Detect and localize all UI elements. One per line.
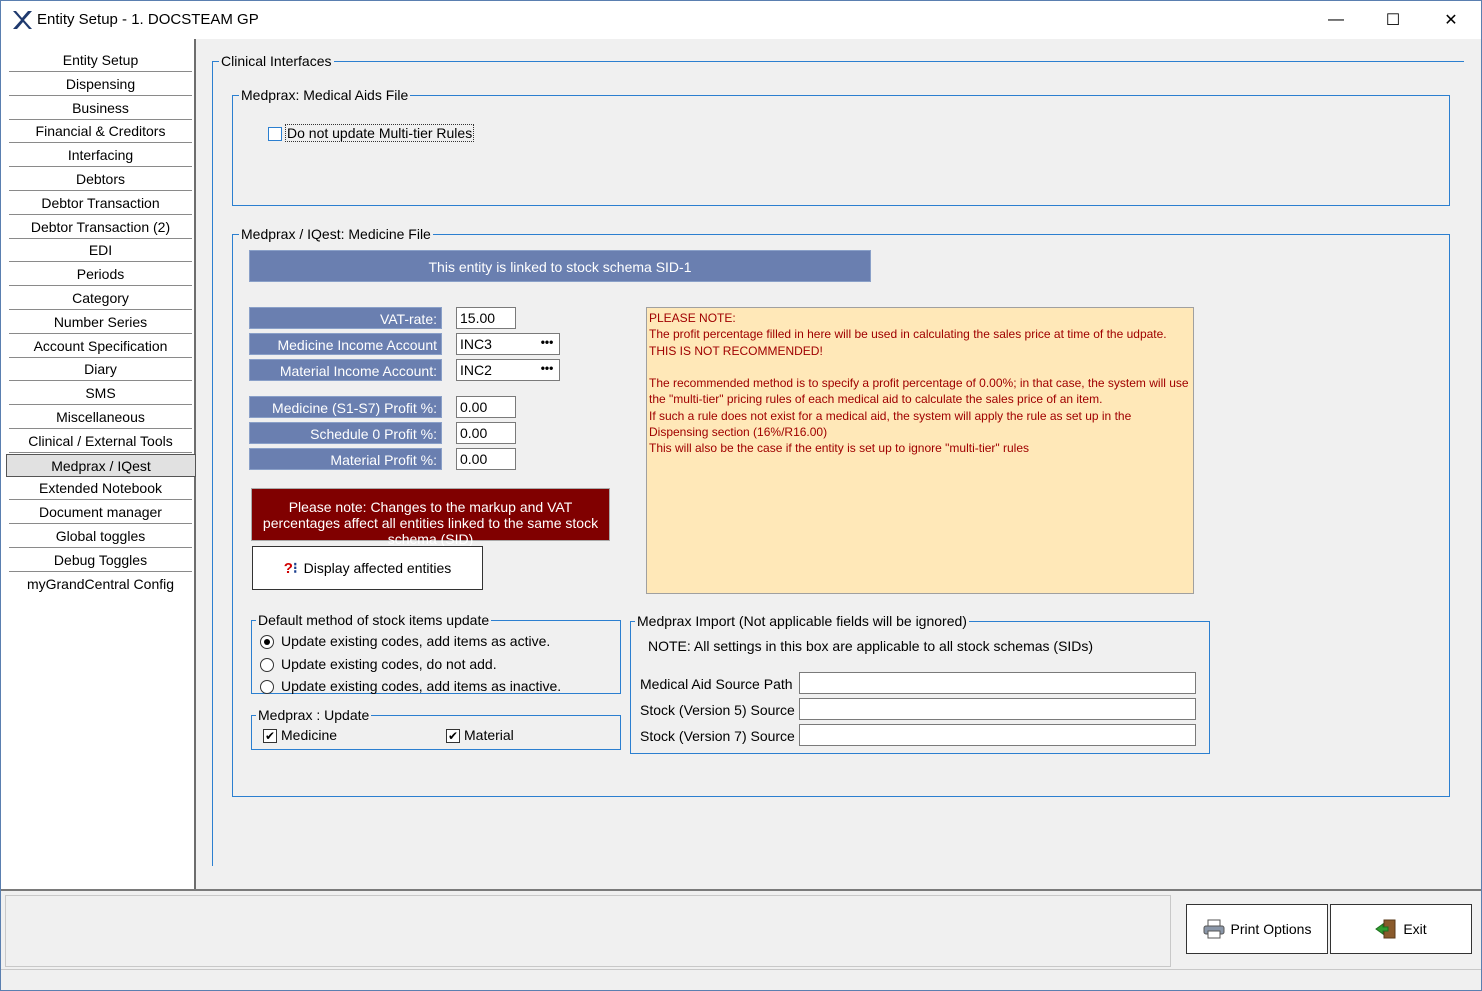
update-method-label-2: Update existing codes, do not add. (281, 655, 497, 672)
print-options-button[interactable]: Print Options (1186, 904, 1328, 954)
default-method-options: Update existing codes, add items as acti… (259, 627, 619, 694)
main-panel: Clinical Interfaces Medprax: Medical Aid… (198, 39, 1481, 889)
stock-v7-source-input[interactable] (799, 724, 1196, 746)
default-method-title: Default method of stock items update (256, 612, 492, 628)
clinical-interfaces-title: Clinical Interfaces (219, 53, 334, 69)
medicine-checkbox-label: Medicine (281, 727, 338, 743)
profit-note: PLEASE NOTE: The profit percentage fille… (646, 307, 1194, 594)
sidebar-item-category[interactable]: Category (9, 287, 192, 310)
display-affected-entities-button[interactable]: ?⁝ Display affected entities (252, 546, 483, 590)
material-checkbox-label: Material (464, 727, 514, 743)
sidebar-item-account-specification[interactable]: Account Specification (9, 334, 192, 358)
settings-sidebar: Entity Setup Dispensing Business Financial … (1, 39, 196, 889)
material-profit-input[interactable]: 0.00 (456, 448, 516, 470)
sidebar-item-interfacing[interactable]: Interfacing (9, 144, 192, 168)
material-income-browse-button[interactable]: ••• (536, 360, 558, 380)
window-title: Entity Setup - 1. DOCSTEAM GP (37, 11, 259, 28)
material-income-account-label: Material Income Account: (249, 359, 442, 381)
medprax-update-title: Medprax : Update (256, 707, 372, 723)
stock-v5-source-label: Stock (Version 5) Source (640, 702, 795, 718)
exit-label: Exit (1403, 921, 1427, 937)
medicine-profit-input[interactable]: 0.00 (456, 396, 516, 418)
sidebar-item-medprax-iqest[interactable]: Medprax / IQest (6, 453, 196, 477)
sidebar-item-clinical-external-tools[interactable]: Clinical / External Tools (9, 429, 192, 453)
medicine-file-title: Medprax / IQest: Medicine File (239, 226, 433, 242)
app-logo-icon (13, 11, 32, 29)
medprax-import-group: Medprax Import (Not applicable fields wi… (630, 613, 1210, 754)
sidebar-item-debug-toggles[interactable]: Debug Toggles (9, 548, 192, 572)
no-update-multitier-checkbox[interactable] (268, 127, 282, 141)
sidebar-item-extended-notebook[interactable]: Extended Notebook (9, 477, 192, 501)
footer-panel (5, 895, 1171, 967)
sidebar-item-debtors[interactable]: Debtors (9, 168, 192, 191)
sidebar-item-number-series[interactable]: Number Series (9, 310, 192, 334)
close-button[interactable]: ✕ (1422, 1, 1480, 39)
material-checkbox[interactable]: ✔ (446, 729, 460, 743)
no-update-multitier-label[interactable]: Do not update Multi-tier Rules (285, 124, 475, 142)
update-method-radio-1[interactable] (260, 635, 274, 649)
display-affected-entities-label: Display affected entities (303, 560, 452, 576)
medicine-income-browse-button[interactable]: ••• (536, 334, 558, 354)
sidebar-item-document-manager[interactable]: Document manager (9, 501, 192, 525)
sidebar-item-debtor-transaction-2[interactable]: Debtor Transaction (2) (9, 215, 192, 239)
sidebar-item-mygrandcentral-config[interactable]: myGrandCentral Config (9, 572, 192, 596)
sidebar-item-periods[interactable]: Periods (9, 263, 192, 287)
status-bar (1, 969, 1481, 990)
medprax-update-group: Medprax : Update ✔ Medicine ✔ Material (251, 707, 621, 750)
minimize-button[interactable]: — (1307, 1, 1365, 39)
footer-bar: Print Options Exit (1, 889, 1481, 990)
schedule0-profit-label: Schedule 0 Profit %: (249, 422, 442, 444)
sidebar-item-dispensing[interactable]: Dispensing (9, 72, 192, 96)
sidebar-item-global-toggles[interactable]: Global toggles (9, 525, 192, 548)
update-method-label-3: Update existing codes, add items as inac… (281, 678, 562, 694)
exit-button[interactable]: Exit (1330, 904, 1472, 954)
schema-banner: This entity is linked to stock schema SI… (249, 250, 871, 282)
update-method-radio-2[interactable] (260, 657, 274, 672)
schedule0-profit-input[interactable]: 0.00 (456, 422, 516, 444)
sidebar-item-financial-creditors[interactable]: Financial & Creditors (9, 120, 192, 144)
medical-aids-file-title: Medprax: Medical Aids File (239, 87, 411, 103)
sidebar-item-business[interactable]: Business (9, 96, 192, 120)
vat-rate-label: VAT-rate: (249, 307, 442, 329)
sidebar-item-entity-setup[interactable]: Entity Setup (9, 49, 192, 72)
medical-aids-file-group: Medprax: Medical Aids File Do not update… (232, 87, 1450, 206)
print-options-label: Print Options (1230, 921, 1312, 937)
question-icon: ?⁝ (283, 560, 298, 577)
sidebar-item-debtor-transaction[interactable]: Debtor Transaction (9, 191, 192, 215)
stock-v7-source-label: Stock (Version 7) Source (640, 728, 795, 744)
markup-warning: Please note: Changes to the markup and V… (251, 488, 610, 547)
medical-aid-source-path-input[interactable] (799, 672, 1196, 694)
sidebar-item-miscellaneous[interactable]: Miscellaneous (9, 406, 192, 429)
medical-aid-source-path-label: Medical Aid Source Path (640, 676, 793, 692)
sidebar-item-sms[interactable]: SMS (9, 382, 192, 406)
update-method-radio-3[interactable] (260, 680, 274, 694)
medicine-profit-label: Medicine (S1-S7) Profit %: (249, 396, 442, 418)
medprax-import-note: NOTE: All settings in this box are appli… (648, 638, 1094, 654)
material-profit-label: Material Profit %: (249, 448, 442, 470)
sidebar-item-edi[interactable]: EDI (9, 239, 192, 263)
sidebar-item-diary[interactable]: Diary (9, 358, 192, 382)
printer-icon (1203, 919, 1225, 939)
title-bar: Entity Setup - 1. DOCSTEAM GP — ☐ ✕ (1, 1, 1481, 39)
stock-v5-source-input[interactable] (799, 698, 1196, 720)
maximize-button[interactable]: ☐ (1364, 1, 1422, 39)
medprax-import-title: Medprax Import (Not applicable fields wi… (635, 613, 969, 629)
entity-setup-window: Entity Setup - 1. DOCSTEAM GP — ☐ ✕ Enti… (0, 0, 1482, 991)
vat-rate-input[interactable]: 15.00 (456, 307, 516, 329)
exit-door-icon (1375, 919, 1396, 939)
update-method-label-1: Update existing codes, add items as acti… (281, 633, 551, 649)
medicine-checkbox[interactable]: ✔ (263, 729, 277, 743)
medicine-income-account-label: Medicine Income Account (249, 333, 442, 355)
